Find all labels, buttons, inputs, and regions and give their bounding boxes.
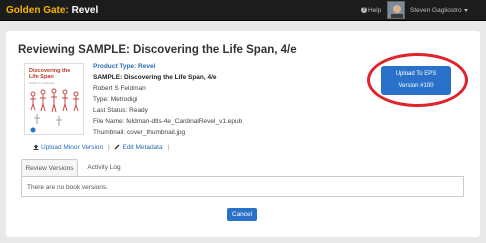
top-navigation-bar: Golden Gate: Revel ? Help Steven Gagliost… — [0, 0, 486, 21]
pencil-icon — [114, 144, 120, 150]
highlight-ring-annotation — [367, 53, 468, 107]
help-label: Help — [368, 7, 382, 14]
chevron-down-icon — [463, 8, 468, 12]
cancel-button[interactable]: Cancel — [227, 208, 257, 221]
user-name: Steven Gagliostro — [410, 7, 462, 14]
app-name: Revel — [71, 5, 99, 16]
book-cover-thumbnail: Discovering the Life Span Robert S. Feld… — [24, 63, 84, 135]
edit-metadata-label: Edit Metadata — [122, 144, 163, 151]
help-icon: ? — [361, 7, 367, 13]
upload-minor-version-link[interactable]: Upload Minor Version — [33, 144, 105, 151]
tab-activity-log[interactable]: Activity Log — [81, 159, 127, 177]
brand-name: Golden Gate: — [6, 5, 69, 16]
book-actions: Upload Minor Version | Edit Metadata | — [33, 144, 172, 151]
brand-logo[interactable]: Golden Gate: Revel — [6, 5, 98, 16]
edit-metadata-link[interactable]: Edit Metadata — [114, 144, 164, 151]
file-name: File Name: feldman-dtls-4e_CardinalRevel… — [93, 118, 243, 125]
separator: | — [167, 144, 170, 151]
separator: | — [107, 144, 110, 151]
page-title: Reviewing SAMPLE: Discovering the Life S… — [18, 44, 297, 56]
book-type: Type: Metrodigi — [93, 96, 138, 103]
tab-review-versions[interactable]: Review Versions — [21, 159, 78, 177]
cover-illustration — [30, 88, 79, 133]
upload-icon — [33, 144, 39, 150]
product-type: Product Type: Revel — [93, 63, 156, 70]
last-status: Last Status: Ready — [93, 107, 148, 114]
book-title: SAMPLE: Discovering the Life Span, 4/e — [93, 74, 217, 81]
user-menu[interactable]: Steven Gagliostro — [410, 7, 468, 14]
help-link[interactable]: ? Help — [361, 7, 381, 14]
empty-versions-message: There are no book versions. — [27, 184, 108, 191]
avatar[interactable] — [387, 1, 405, 19]
book-author: Robert S Feldman — [93, 85, 146, 92]
cover-title: Discovering the Life Span — [29, 68, 71, 80]
thumbnail-name: Thumbnail: cover_thumbnail.jpg — [93, 129, 186, 136]
cover-author: Robert S. Feldman — [29, 81, 55, 85]
upload-minor-version-label: Upload Minor Version — [41, 144, 104, 151]
